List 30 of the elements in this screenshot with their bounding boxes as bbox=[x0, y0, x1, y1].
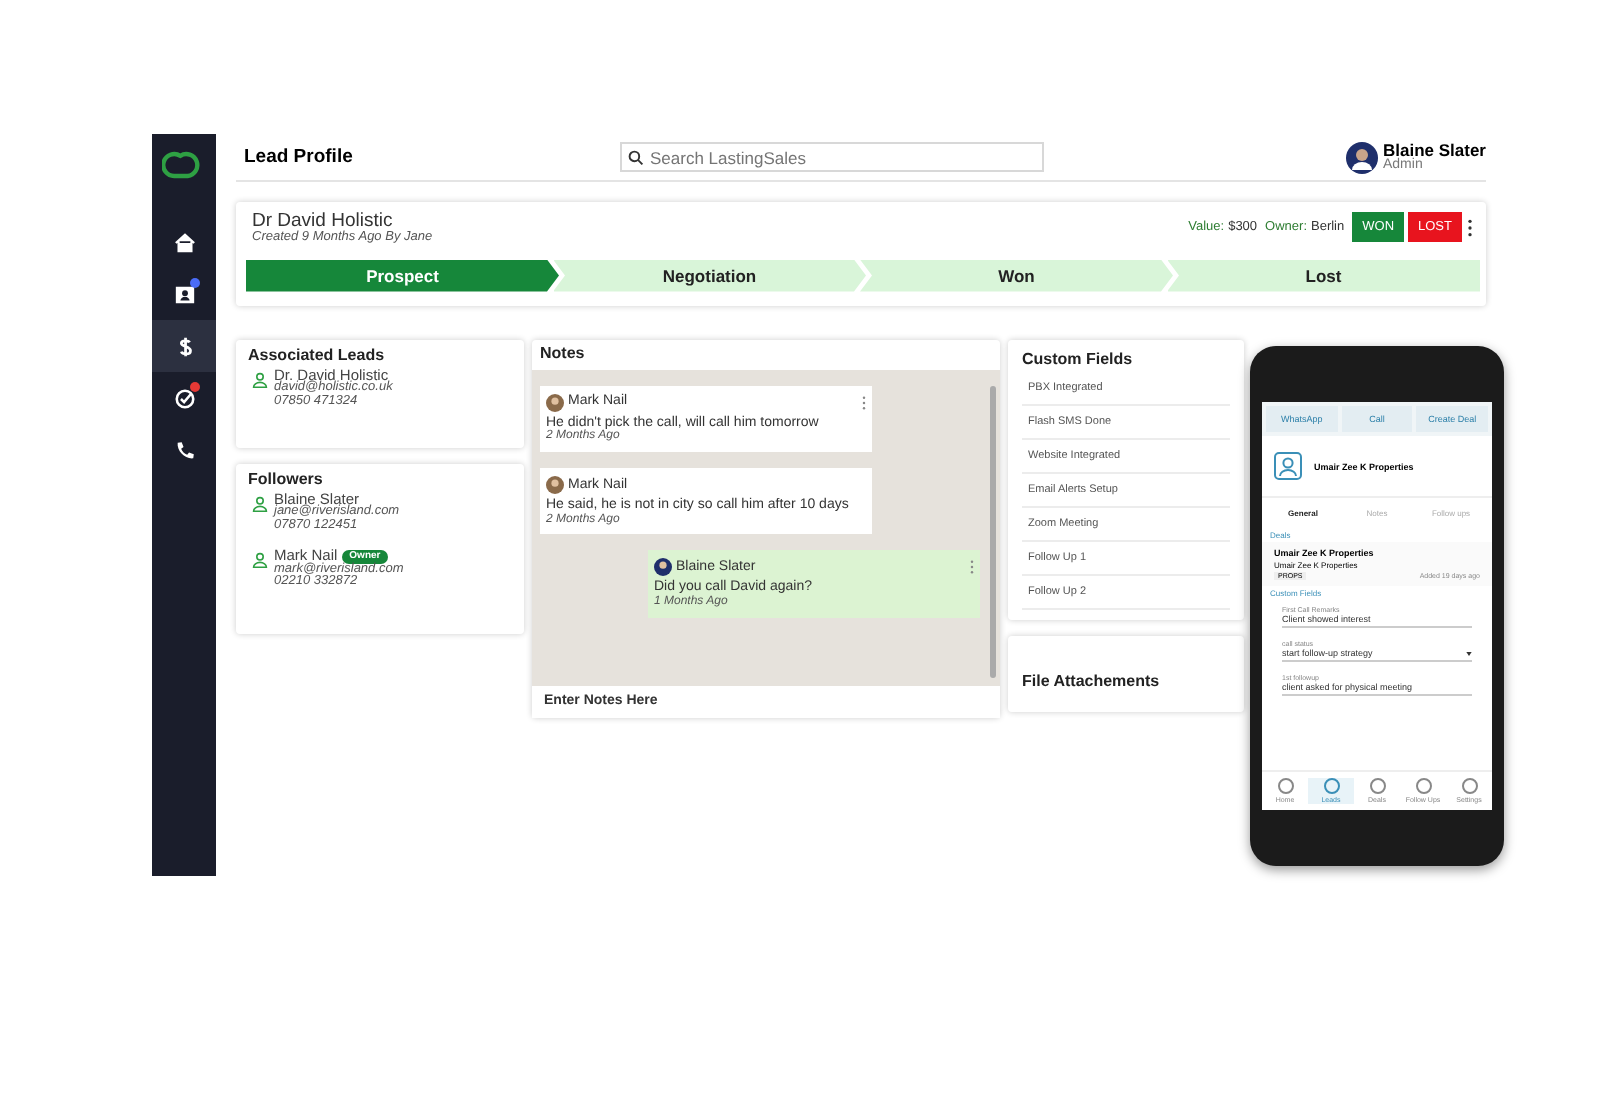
avatar-icon bbox=[546, 393, 564, 412]
notification-dot bbox=[190, 278, 200, 288]
user-name: Blaine Slater bbox=[1383, 141, 1486, 159]
lead-name: Dr David Holistic bbox=[252, 212, 393, 232]
page-title: Lead Profile bbox=[242, 146, 355, 168]
card-title: Custom Fields bbox=[1022, 349, 1135, 368]
notification-dot bbox=[190, 382, 200, 392]
check-circle-icon bbox=[173, 387, 195, 409]
person-icon bbox=[252, 495, 268, 512]
more-icon[interactable] bbox=[1466, 217, 1474, 237]
pipeline-stage[interactable]: Prospect bbox=[246, 259, 559, 292]
search-field[interactable]: Search LastingSales bbox=[620, 142, 1044, 172]
person-icon bbox=[252, 552, 268, 569]
card-title: File Attachements bbox=[1022, 671, 1160, 690]
card-title: Followers bbox=[248, 469, 325, 488]
pipeline-stage[interactable]: Negotiation bbox=[553, 259, 866, 292]
card-title: Notes bbox=[538, 341, 587, 366]
home-icon bbox=[173, 231, 195, 253]
contact-card-icon bbox=[173, 283, 195, 305]
phone-icon bbox=[173, 439, 195, 461]
sidebar-item[interactable] bbox=[152, 320, 216, 372]
person-icon bbox=[252, 371, 268, 388]
card-title: Associated Leads bbox=[248, 345, 387, 364]
scrollbar[interactable] bbox=[990, 385, 996, 678]
avatar-icon bbox=[546, 476, 564, 495]
pipeline-stage[interactable]: Lost bbox=[1167, 259, 1480, 292]
pipeline-stage[interactable]: Won bbox=[860, 259, 1173, 292]
person-icon bbox=[1274, 452, 1302, 480]
avatar-icon[interactable] bbox=[1345, 141, 1377, 173]
avatar-icon bbox=[654, 558, 672, 577]
